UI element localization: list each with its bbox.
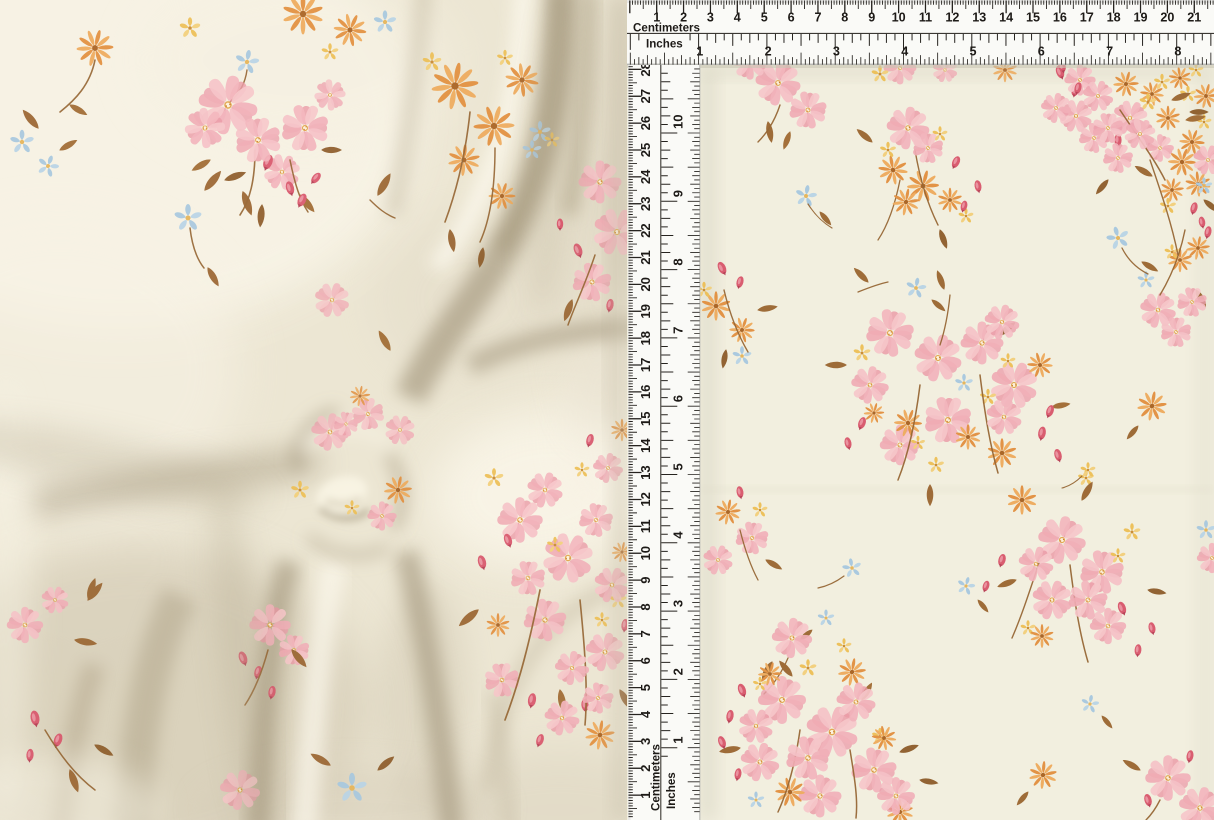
svg-text:3: 3 bbox=[707, 11, 714, 25]
svg-text:3: 3 bbox=[833, 45, 840, 59]
svg-text:13: 13 bbox=[638, 465, 653, 480]
svg-text:24: 24 bbox=[638, 169, 653, 184]
svg-text:12: 12 bbox=[638, 492, 653, 507]
svg-text:8: 8 bbox=[841, 11, 848, 25]
svg-text:11: 11 bbox=[638, 519, 653, 533]
svg-text:14: 14 bbox=[638, 438, 653, 453]
svg-text:15: 15 bbox=[638, 412, 653, 427]
svg-text:4: 4 bbox=[670, 531, 685, 539]
svg-text:7: 7 bbox=[638, 630, 653, 637]
svg-text:20: 20 bbox=[638, 277, 653, 292]
svg-text:18: 18 bbox=[1107, 11, 1121, 25]
svg-text:6: 6 bbox=[638, 657, 653, 664]
svg-text:1: 1 bbox=[670, 736, 685, 743]
svg-text:18: 18 bbox=[638, 331, 653, 346]
svg-text:10: 10 bbox=[892, 11, 906, 25]
svg-text:6: 6 bbox=[1038, 45, 1045, 59]
svg-text:17: 17 bbox=[1080, 11, 1094, 25]
svg-text:16: 16 bbox=[638, 385, 653, 400]
svg-text:5: 5 bbox=[761, 11, 768, 25]
svg-text:15: 15 bbox=[1026, 11, 1040, 25]
svg-text:10: 10 bbox=[670, 114, 685, 129]
svg-text:3: 3 bbox=[670, 600, 685, 607]
svg-text:7: 7 bbox=[670, 327, 685, 334]
svg-text:5: 5 bbox=[670, 463, 685, 470]
svg-text:4: 4 bbox=[734, 11, 741, 25]
svg-text:8: 8 bbox=[670, 258, 685, 265]
svg-text:6: 6 bbox=[788, 11, 795, 25]
svg-text:17: 17 bbox=[638, 358, 653, 373]
svg-text:10: 10 bbox=[638, 546, 653, 561]
svg-text:1: 1 bbox=[696, 45, 703, 59]
svg-text:26: 26 bbox=[638, 116, 653, 131]
svg-text:9: 9 bbox=[868, 11, 875, 25]
svg-text:Inches: Inches bbox=[665, 772, 678, 809]
svg-text:9: 9 bbox=[638, 576, 653, 583]
svg-text:6: 6 bbox=[670, 395, 685, 402]
svg-text:14: 14 bbox=[999, 11, 1013, 25]
svg-text:Inches: Inches bbox=[646, 38, 683, 51]
svg-text:7: 7 bbox=[814, 11, 821, 25]
svg-text:27: 27 bbox=[638, 89, 653, 104]
svg-text:25: 25 bbox=[638, 143, 653, 158]
svg-text:2: 2 bbox=[670, 668, 685, 675]
svg-text:3: 3 bbox=[638, 738, 653, 745]
svg-text:16: 16 bbox=[1053, 11, 1067, 25]
svg-text:8: 8 bbox=[638, 603, 653, 610]
svg-text:4: 4 bbox=[901, 45, 908, 59]
svg-text:13: 13 bbox=[972, 11, 986, 25]
svg-text:21: 21 bbox=[638, 250, 653, 265]
svg-text:22: 22 bbox=[638, 223, 653, 238]
svg-text:8: 8 bbox=[1174, 45, 1181, 59]
svg-text:2: 2 bbox=[765, 45, 772, 59]
svg-text:21: 21 bbox=[1187, 11, 1201, 25]
svg-text:20: 20 bbox=[1160, 11, 1174, 25]
svg-text:4: 4 bbox=[638, 710, 653, 718]
svg-text:7: 7 bbox=[1106, 45, 1113, 59]
svg-text:11: 11 bbox=[919, 11, 932, 25]
svg-text:12: 12 bbox=[945, 11, 959, 25]
svg-text:23: 23 bbox=[638, 197, 653, 212]
svg-text:Centimeters: Centimeters bbox=[633, 22, 700, 35]
svg-text:5: 5 bbox=[638, 684, 653, 691]
svg-text:19: 19 bbox=[638, 304, 653, 319]
svg-text:19: 19 bbox=[1133, 11, 1147, 25]
svg-text:5: 5 bbox=[969, 45, 976, 59]
svg-text:9: 9 bbox=[670, 190, 685, 197]
